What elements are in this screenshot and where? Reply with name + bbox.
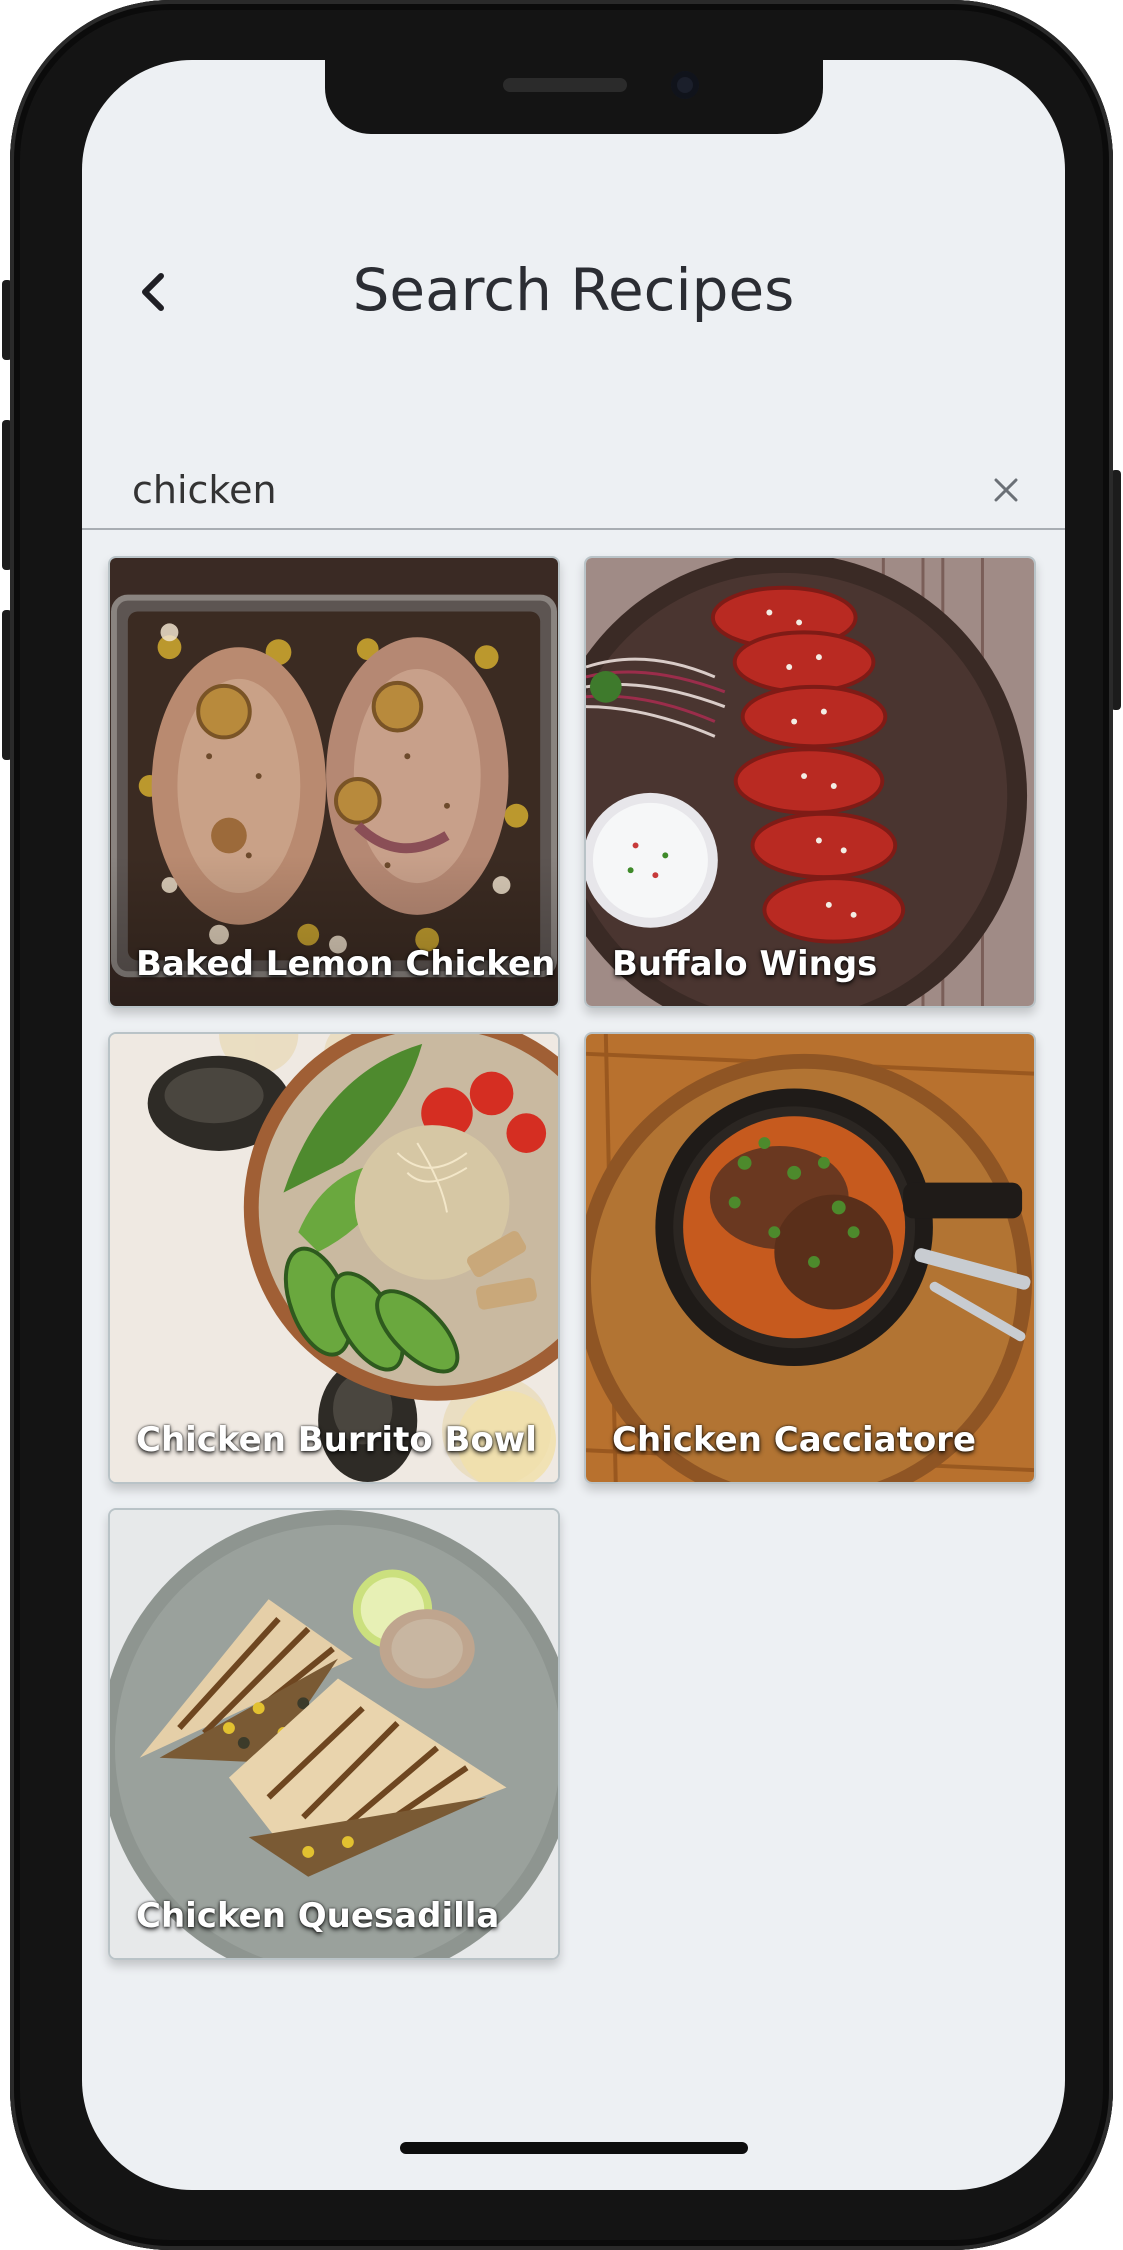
front-camera <box>671 71 699 99</box>
speaker-grille <box>503 78 627 92</box>
clear-search-button[interactable] <box>982 466 1030 514</box>
recipe-card-chicken-cacciatore[interactable]: Chicken Cacciatore <box>584 1032 1036 1484</box>
page-title: Search Recipes <box>352 256 795 324</box>
recipe-grid: Baked Lemon Chicken Buffalo Wings Chicke… <box>108 556 1039 1960</box>
recipe-photo <box>110 1510 558 1958</box>
recipe-card-title: Chicken Cacciatore <box>612 1420 977 1460</box>
recipe-card-chicken-quesadilla[interactable]: Chicken Quesadilla <box>108 1508 560 1960</box>
app-screen: Search Recipes chicken Baked Lemon Chick… <box>82 60 1065 2190</box>
recipe-photo <box>110 558 558 1006</box>
close-icon <box>994 478 1018 502</box>
search-divider <box>82 528 1065 530</box>
search-input[interactable] <box>132 450 932 530</box>
recipe-card-title: Baked Lemon Chicken <box>136 944 556 984</box>
recipe-photo <box>586 558 1034 1006</box>
recipe-card-title: Buffalo Wings <box>612 944 878 984</box>
recipe-photo <box>110 1034 558 1482</box>
home-indicator[interactable] <box>400 2142 748 2154</box>
recipe-photo <box>586 1034 1034 1482</box>
back-button[interactable] <box>122 262 182 322</box>
recipe-card-title: Chicken Burrito Bowl <box>136 1420 537 1460</box>
chevron-left-icon <box>142 273 164 311</box>
notch <box>325 60 823 134</box>
phone-frame: Search Recipes chicken Baked Lemon Chick… <box>10 0 1113 2250</box>
recipe-card-chicken-burrito-bowl[interactable]: Chicken Burrito Bowl <box>108 1032 560 1484</box>
recipe-card-title: Chicken Quesadilla <box>136 1896 500 1936</box>
header: Search Recipes <box>82 240 1065 340</box>
recipe-card-baked-lemon-chicken[interactable]: Baked Lemon Chicken <box>108 556 560 1008</box>
stage: Search Recipes chicken Baked Lemon Chick… <box>0 0 1123 2250</box>
search-bar <box>82 450 1065 530</box>
recipe-card-buffalo-wings[interactable]: Buffalo Wings <box>584 556 1036 1008</box>
